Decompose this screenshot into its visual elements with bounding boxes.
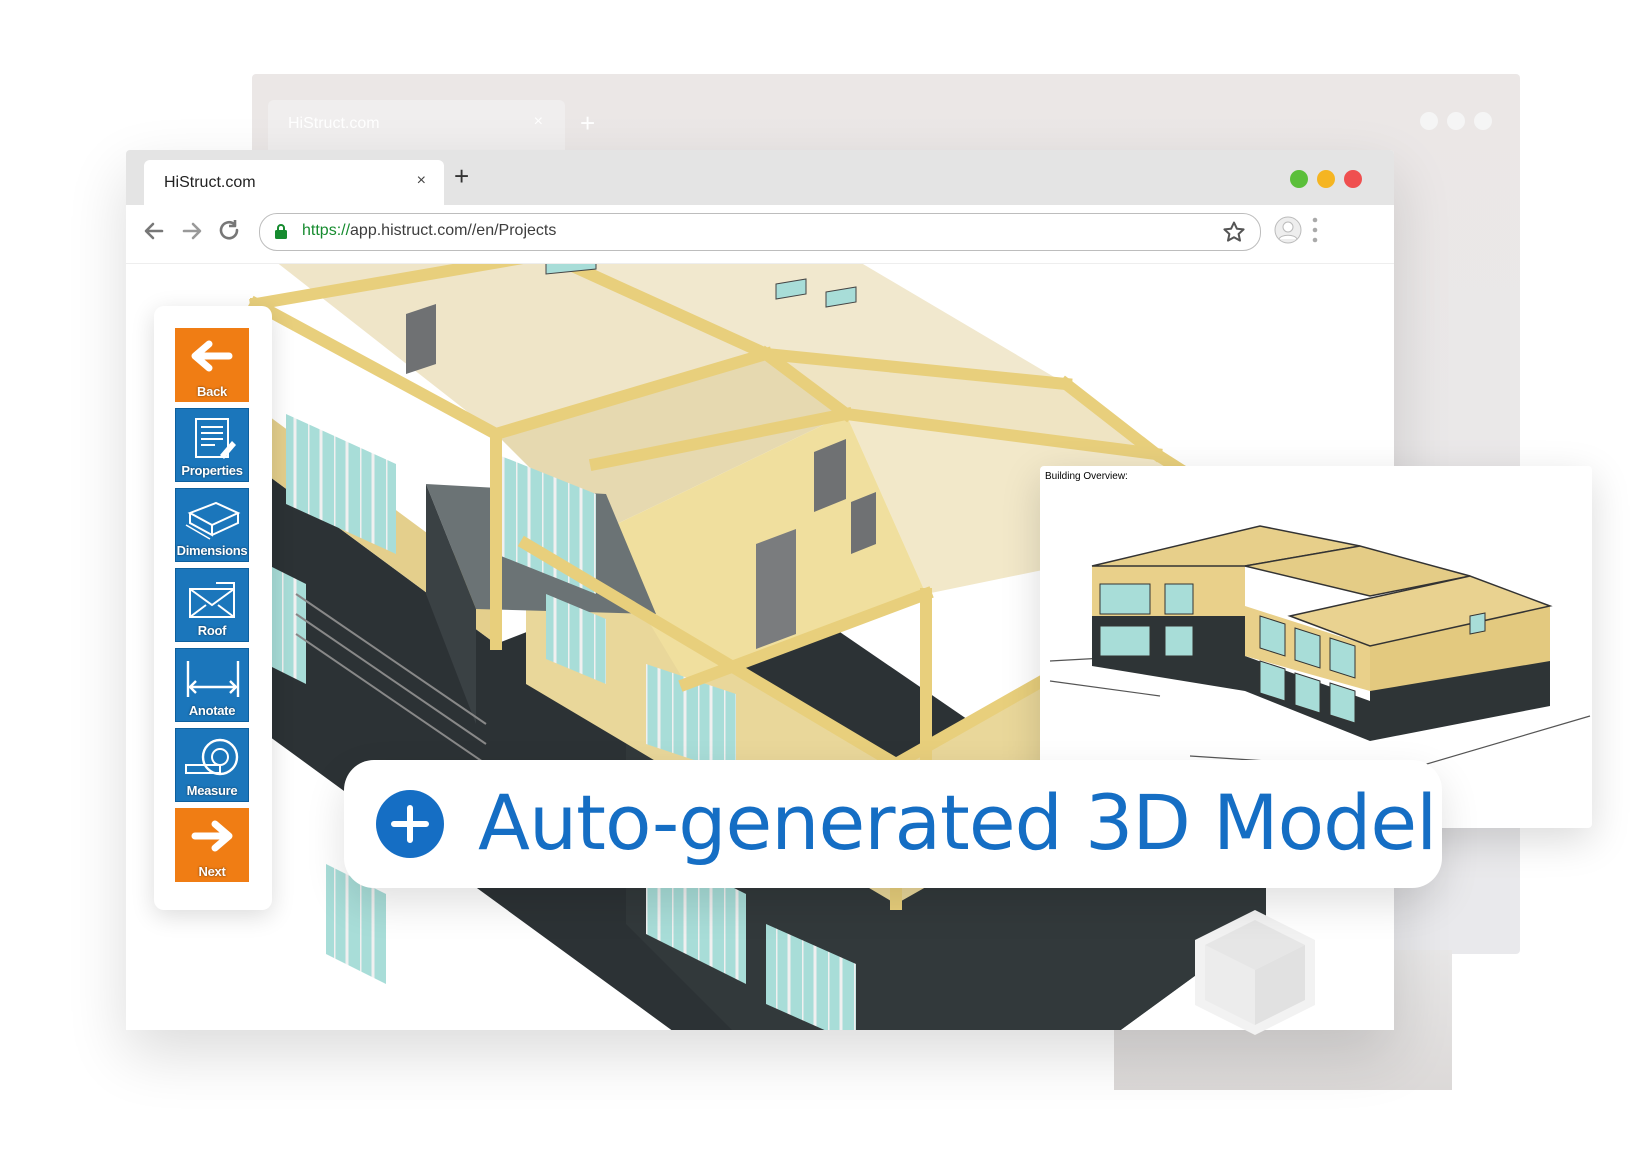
dimensions-icon bbox=[185, 501, 241, 540]
properties-icon bbox=[195, 418, 236, 459]
feature-banner: Auto-generated 3D Model bbox=[344, 760, 1442, 888]
url-scheme: https:// bbox=[302, 222, 351, 239]
url-text: https://app.histruct.com//en/Projects bbox=[302, 222, 556, 240]
lock-icon bbox=[274, 223, 288, 244]
measure-button[interactable]: Measure bbox=[175, 728, 249, 802]
maximize-window-button[interactable] bbox=[1290, 170, 1308, 188]
properties-button-label: Properties bbox=[181, 463, 243, 478]
url-path: app.histruct.com//en/Projects bbox=[350, 222, 557, 239]
overview-title: Building Overview: bbox=[1045, 471, 1128, 482]
forward-arrow-icon[interactable] bbox=[178, 217, 206, 245]
next-button-label: Next bbox=[198, 864, 226, 879]
arrow-left-icon bbox=[191, 340, 233, 372]
background-window-dot bbox=[1474, 112, 1492, 130]
reload-icon[interactable] bbox=[216, 217, 244, 245]
measure-tape-icon bbox=[185, 738, 239, 776]
roof-button-label: Roof bbox=[197, 623, 227, 638]
dimensions-button[interactable]: Dimensions bbox=[175, 488, 249, 562]
profile-avatar-icon[interactable] bbox=[1274, 216, 1302, 249]
background-tab-title: HiStruct.com bbox=[288, 115, 380, 132]
background-tab-close-icon: × bbox=[533, 113, 543, 130]
back-arrow-icon[interactable] bbox=[140, 217, 168, 245]
address-row: https://app.histruct.com//en/Projects bbox=[126, 205, 1394, 264]
minimize-window-button[interactable] bbox=[1317, 170, 1335, 188]
annotate-icon bbox=[186, 661, 240, 697]
arrow-right-icon bbox=[191, 820, 233, 852]
cube-icon bbox=[1180, 900, 1330, 1045]
bookmark-star-icon[interactable] bbox=[1222, 220, 1246, 249]
back-button-label: Back bbox=[197, 384, 227, 399]
annotate-button[interactable]: Anotate bbox=[175, 648, 249, 722]
measure-button-label: Measure bbox=[186, 783, 238, 798]
url-bar[interactable]: https://app.histruct.com//en/Projects bbox=[259, 213, 1261, 251]
dimensions-button-label: Dimensions bbox=[176, 543, 248, 558]
roof-icon bbox=[189, 582, 235, 618]
back-button[interactable]: Back bbox=[175, 328, 249, 402]
background-browser-tab: HiStruct.com × bbox=[268, 100, 565, 150]
tab-title: HiStruct.com bbox=[164, 174, 256, 191]
annotate-button-label: Anotate bbox=[188, 703, 236, 718]
browser-tab-strip: HiStruct.com × + bbox=[126, 150, 1394, 205]
browser-tab[interactable]: HiStruct.com × bbox=[144, 160, 444, 205]
background-window-dot bbox=[1420, 112, 1438, 130]
new-tab-icon[interactable]: + bbox=[454, 163, 469, 189]
plus-circle-icon bbox=[376, 790, 444, 858]
banner-heading: Auto-generated 3D Model bbox=[478, 778, 1437, 867]
close-window-button[interactable] bbox=[1344, 170, 1362, 188]
roof-button[interactable]: Roof bbox=[175, 568, 249, 642]
next-button[interactable]: Next bbox=[175, 808, 249, 882]
tab-close-icon[interactable]: × bbox=[417, 172, 426, 190]
browser-menu-icon[interactable] bbox=[1312, 217, 1318, 248]
model-toolbar: Back Properties Dimensions Roof Anotate … bbox=[154, 306, 272, 910]
background-window-dot bbox=[1447, 112, 1465, 130]
properties-button[interactable]: Properties bbox=[175, 408, 249, 482]
background-new-tab-icon: + bbox=[580, 108, 596, 138]
